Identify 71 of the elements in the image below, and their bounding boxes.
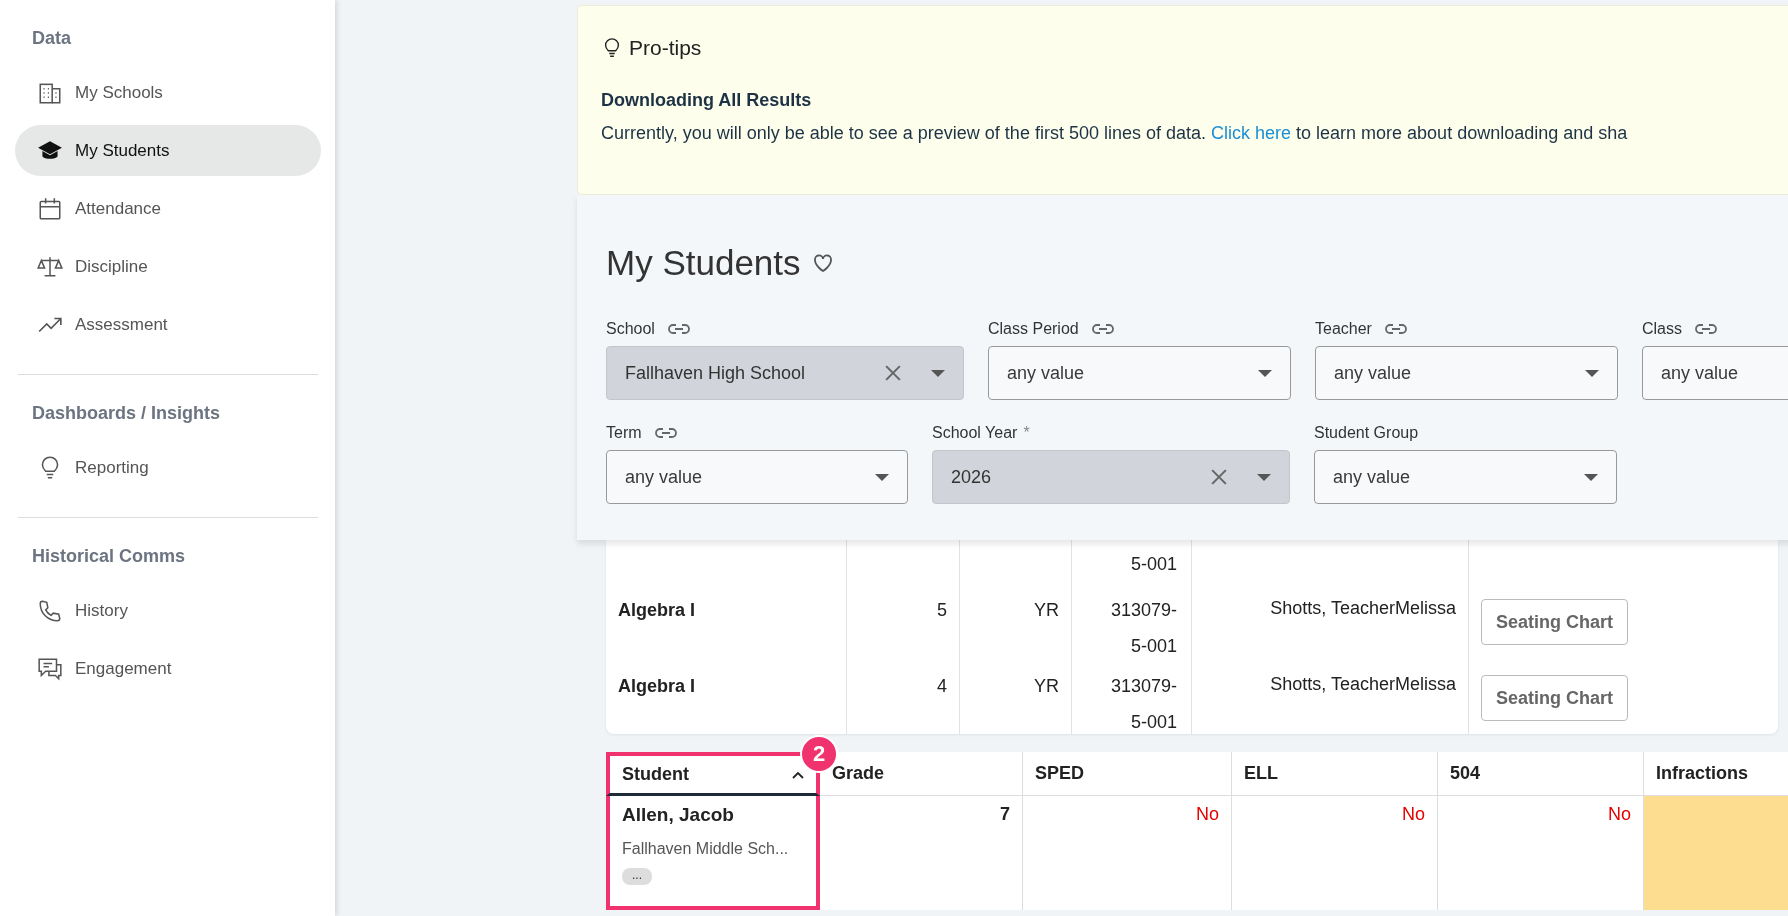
link-icon[interactable]: [1694, 322, 1718, 336]
select-field[interactable]: any value: [606, 450, 908, 504]
table-cell: 313079-5-001: [1110, 676, 1177, 732]
tip-text: Currently, you will only be able to see a preview of the first 500 lines of data. Click here to learn more about downloading and sha: [601, 123, 1629, 144]
phone-icon: [37, 597, 63, 624]
nav-item[interactable]: Reporting: [15, 442, 321, 493]
link-icon[interactable]: [1090, 322, 1115, 336]
table-cell: Shotts, TeacherMelissa: [1270, 598, 1456, 618]
select-field[interactable]: Fallhaven High School: [606, 346, 964, 400]
clear-icon[interactable]: [1211, 469, 1227, 485]
nav-item[interactable]: Discipline: [15, 241, 321, 292]
table-cell: No: [1608, 804, 1631, 824]
select-field[interactable]: any value: [1642, 346, 1788, 400]
select-field[interactable]: any value: [1315, 346, 1618, 400]
required-mark: *: [1023, 424, 1030, 442]
chat-icon: [37, 655, 63, 682]
seating-chart-button[interactable]: Seating Chart: [1481, 599, 1629, 645]
nav-item[interactable]: History: [15, 585, 321, 636]
filter-label: Class: [1642, 320, 1682, 338]
table-cell: YR: [1034, 676, 1059, 696]
filter-label: Term: [606, 424, 642, 442]
nav-item[interactable]: My Students: [15, 125, 321, 176]
table-cell: Algebra I: [618, 676, 696, 696]
dropdown-caret-icon[interactable]: [1584, 473, 1598, 481]
table-cell: 4: [937, 676, 947, 696]
more-button[interactable]: ...: [622, 868, 652, 885]
table-cell: Algebra I: [618, 600, 696, 620]
learn-more-link[interactable]: Click here: [1211, 123, 1292, 143]
link-icon[interactable]: [653, 426, 678, 440]
link-icon[interactable]: [1383, 322, 1408, 336]
column-header[interactable]: 504: [1438, 752, 1644, 796]
link-icon[interactable]: [666, 322, 691, 336]
dropdown-caret-icon[interactable]: [931, 369, 945, 377]
column-header[interactable]: SPED: [1023, 752, 1232, 796]
dropdown-caret-icon[interactable]: [1257, 473, 1271, 481]
calendar-icon: [37, 195, 63, 222]
school-name: Fallhaven Middle Sch...: [622, 840, 790, 858]
seating-chart-button[interactable]: Seating Chart: [1481, 675, 1629, 721]
clear-icon[interactable]: [885, 365, 901, 381]
table-cell-text: 5-001: [1130, 553, 1177, 576]
filter-label: School Year: [932, 424, 1018, 442]
dropdown-caret-icon[interactable]: [1258, 369, 1272, 377]
table-cell: Shotts, TeacherMelissa: [1270, 674, 1456, 694]
table-cell: No: [1196, 804, 1219, 824]
tip-title: Pro-tips: [629, 36, 702, 60]
dropdown-caret-icon[interactable]: [875, 473, 889, 481]
sort-caret-icon: [792, 770, 804, 779]
page-title: My Students: [606, 243, 801, 283]
dropdown-caret-icon[interactable]: [1585, 369, 1599, 377]
select-field[interactable]: any value: [1314, 450, 1617, 504]
section-heading: Dashboards / Insights: [31, 402, 222, 425]
filter-label: Teacher: [1315, 320, 1372, 338]
filter-label: Student Group: [1314, 424, 1419, 442]
table-cell: 7: [1000, 804, 1010, 824]
table-cell: 5: [937, 600, 947, 620]
filter-label: School: [606, 320, 655, 338]
table-cell: 313079-5-001: [1110, 600, 1177, 656]
table-cell: YR: [1034, 600, 1059, 620]
select-field[interactable]: 2026: [932, 450, 1290, 504]
nav-item[interactable]: My Schools: [15, 67, 321, 118]
select-field[interactable]: any value: [988, 346, 1291, 400]
nav-item[interactable]: Assessment: [15, 299, 321, 350]
student-name: Allen, Jacob: [622, 804, 735, 826]
section-heading: Historical Comms: [31, 545, 187, 568]
table-cell: No: [1402, 804, 1425, 824]
filter-label: Class Period: [988, 320, 1079, 338]
nav-item[interactable]: Engagement: [15, 643, 321, 694]
tip-heading: Downloading All Results: [601, 90, 813, 111]
nav-item[interactable]: Attendance: [15, 183, 321, 234]
section-heading: Data: [31, 27, 72, 50]
column-header[interactable]: ELL: [1232, 752, 1438, 796]
